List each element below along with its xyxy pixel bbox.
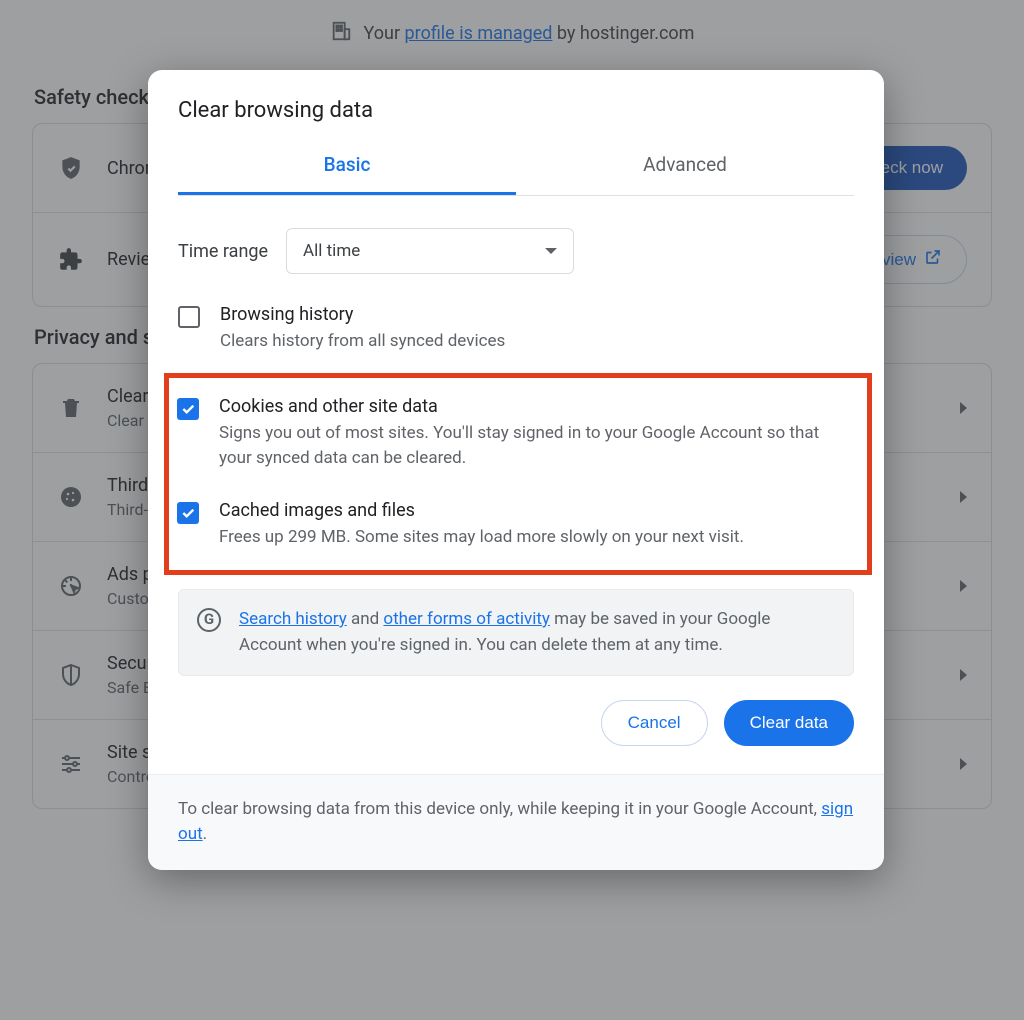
checkbox-cookies[interactable] [177,398,199,420]
other-activity-link[interactable]: other forms of activity [383,609,550,629]
time-range-select[interactable]: All time [286,228,574,274]
time-range-row: Time range All time [178,228,854,274]
chevron-down-icon [545,248,557,254]
clear-browsing-data-dialog: Clear browsing data Basic Advanced Time … [148,70,884,870]
time-range-value: All time [303,241,360,261]
annotation-highlight: Cookies and other site data Signs you ou… [164,373,872,576]
option-title: Cookies and other site data [219,396,853,417]
time-range-label: Time range [178,241,268,262]
tab-basic[interactable]: Basic [178,139,516,195]
option-title: Browsing history [220,304,505,325]
checkbox-browsing-history[interactable] [178,306,200,328]
option-cookies[interactable]: Cookies and other site data Signs you ou… [177,386,853,490]
dialog-footer: To clear browsing data from this device … [148,774,884,870]
cancel-button[interactable]: Cancel [601,700,708,746]
search-history-link[interactable]: Search history [239,609,347,629]
dialog-tabs: Basic Advanced [178,139,854,196]
dialog-actions: Cancel Clear data [148,676,884,774]
tab-advanced[interactable]: Advanced [516,139,854,195]
option-desc: Signs you out of most sites. You'll stay… [219,421,853,472]
clear-data-button[interactable]: Clear data [724,700,854,746]
option-browsing-history[interactable]: Browsing history Clears history from all… [178,294,854,373]
option-desc: Frees up 299 MB. Some sites may load mor… [219,525,744,551]
option-cache[interactable]: Cached images and files Frees up 299 MB.… [177,490,853,569]
checkbox-cache[interactable] [177,502,199,524]
option-title: Cached images and files [219,500,744,521]
google-account-info: G Search history and other forms of acti… [178,589,854,676]
google-icon: G [197,608,221,632]
option-desc: Clears history from all synced devices [220,329,505,355]
footer-text: To clear browsing data from this device … [178,799,821,819]
dialog-title: Clear browsing data [178,98,854,123]
